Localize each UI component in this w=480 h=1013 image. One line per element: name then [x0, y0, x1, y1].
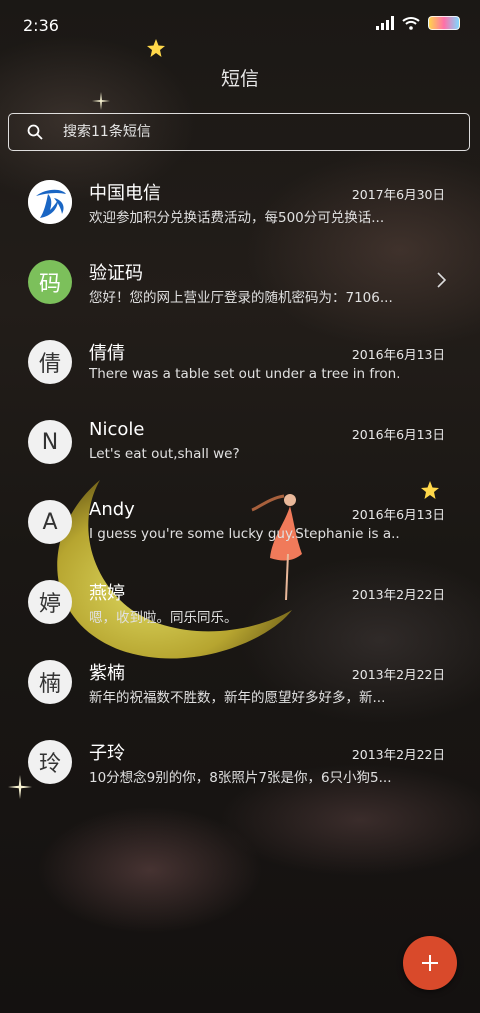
contact-name: 倩倩: [89, 343, 125, 364]
contact-name: 验证码: [89, 263, 143, 284]
search-input[interactable]: [61, 123, 445, 141]
china-telecom-logo-icon: [28, 180, 72, 224]
conversation-item[interactable]: 楠 紫楠 2013年2月22日 新年的祝福数不胜数，新年的愿望好多好多，新...: [0, 640, 480, 720]
page-title: 短信: [220, 68, 259, 90]
message-preview: Let's eat out,shall we?: [89, 446, 240, 462]
conversation-item[interactable]: N Nicole 2016年6月13日 Let's eat out,shall …: [0, 400, 480, 480]
contact-name: 中国电信: [89, 183, 161, 204]
sparkle-icon: [92, 92, 110, 110]
conversation-item[interactable]: 玲 子玲 2013年2月22日 10分想念9别的你，8张照片7张是你，6只小狗5…: [0, 720, 480, 800]
conversation-item[interactable]: 婷 燕婷 2013年2月22日 嗯，收到啦。同乐同乐。: [0, 560, 480, 640]
message-date: 2013年2月22日: [351, 667, 445, 682]
message-preview: There was a table set out under a tree i…: [89, 366, 399, 382]
avatar: A: [28, 500, 72, 544]
message-preview: 新年的祝福数不胜数，新年的愿望好多好多，新...: [89, 690, 386, 706]
message-date: 2017年6月30日: [351, 187, 445, 202]
chevron-right-icon: [437, 272, 446, 288]
contact-name: Nicole: [89, 419, 145, 440]
avatar: 倩: [28, 340, 72, 384]
search-bar[interactable]: [8, 113, 470, 151]
contact-name: 子玲: [89, 743, 125, 764]
contact-name: 紫楠: [89, 663, 125, 684]
message-date: 2013年2月22日: [351, 747, 445, 762]
message-date: 2013年2月22日: [351, 587, 445, 602]
avatar: 码: [28, 260, 72, 304]
conversation-item[interactable]: 倩 倩倩 2016年6月13日 There was a table set ou…: [0, 320, 480, 400]
wifi-icon: [402, 17, 420, 30]
conversation-item-verification[interactable]: 码 验证码 您好！您的网上营业厅登录的随机密码为：7106...: [0, 240, 480, 320]
message-date: 2016年6月13日: [351, 507, 445, 522]
message-date: 2016年6月13日: [351, 347, 445, 362]
search-icon: [27, 124, 43, 140]
message-preview: 嗯，收到啦。同乐同乐。: [89, 610, 238, 626]
conversation-item[interactable]: A Andy 2016年6月13日 I guess you're some lu…: [0, 480, 480, 560]
message-date: 2016年6月13日: [351, 427, 445, 442]
plus-icon: [422, 955, 438, 971]
avatar: 玲: [28, 740, 72, 784]
new-message-button[interactable]: [403, 936, 457, 990]
avatar: N: [28, 420, 72, 464]
avatar: 楠: [28, 660, 72, 704]
signal-icon: [376, 16, 394, 30]
conversation-item-china-telecom[interactable]: 中国电信 2017年6月30日 欢迎参加积分兑换话费活动，每500分可兑换话..…: [0, 160, 480, 240]
conversation-list: 中国电信 2017年6月30日 欢迎参加积分兑换话费活动，每500分可兑换话..…: [0, 160, 480, 800]
status-time: 2:36: [23, 16, 59, 35]
contact-name: Andy: [89, 499, 135, 520]
status-icons: [376, 16, 460, 30]
contact-name: 燕婷: [89, 583, 125, 604]
avatar: 婷: [28, 580, 72, 624]
message-preview: 欢迎参加积分兑换话费活动，每500分可兑换话...: [89, 210, 385, 226]
status-bar: 2:36: [0, 0, 480, 52]
message-preview: 您好！您的网上营业厅登录的随机密码为：7106...: [89, 290, 393, 306]
message-preview: 10分想念9别的你，8张照片7张是你，6只小狗5...: [89, 770, 392, 786]
message-preview: I guess you're some lucky guy.Stephanie …: [89, 526, 399, 542]
battery-icon: [428, 16, 460, 30]
